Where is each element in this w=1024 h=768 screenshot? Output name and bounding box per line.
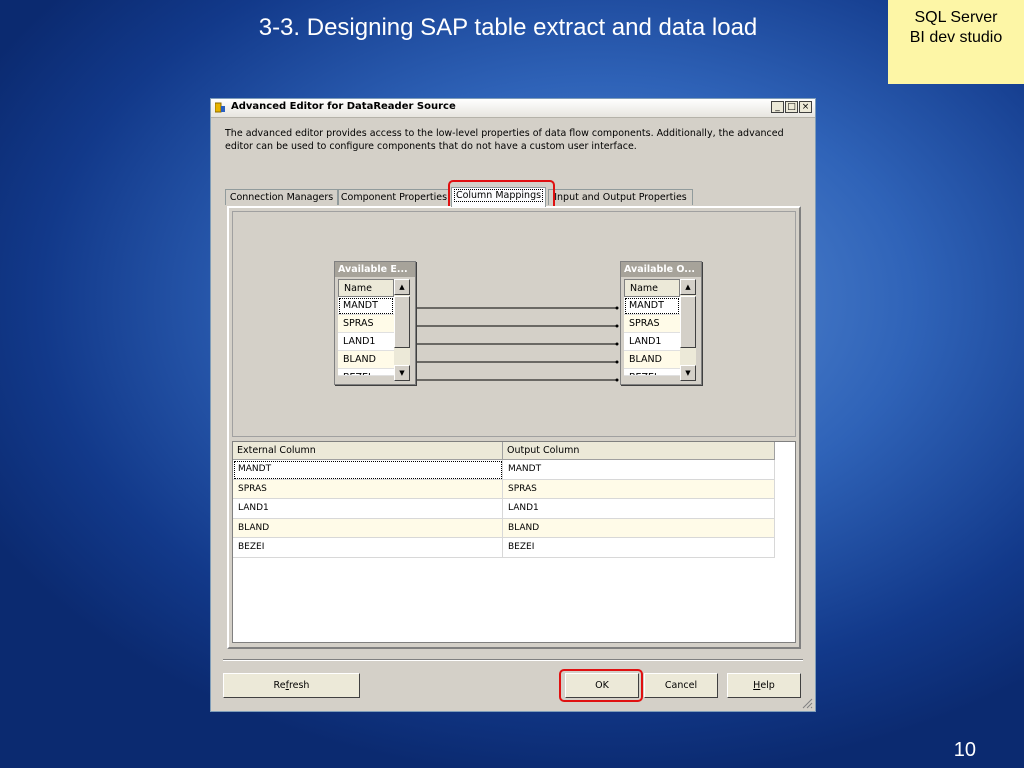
external-column-item[interactable]: SPRAS — [338, 315, 394, 333]
close-button[interactable]: × — [799, 101, 812, 113]
output-column-list: Name MANDT SPRAS LAND1 BLAND BEZEI — [624, 279, 680, 376]
grid-cell-output[interactable]: BEZEI — [503, 538, 775, 558]
dialog-title: Advanced Editor for DataReader Source — [231, 101, 456, 112]
table-row[interactable]: BEZEI BEZEI — [233, 538, 795, 558]
external-column-item[interactable]: BLAND — [338, 351, 394, 369]
resize-grip-icon[interactable] — [801, 697, 813, 709]
dialog-description: The advanced editor provides access to t… — [225, 128, 784, 152]
available-output-title: Available O... — [621, 262, 701, 277]
grid-header-row: External Column Output Column — [233, 442, 795, 460]
corner-note-line1: SQL Server — [914, 9, 998, 26]
external-column-list: Name MANDT SPRAS LAND1 BLAND BEZEI — [338, 279, 394, 376]
scroll-down-icon[interactable]: ▼ — [680, 365, 696, 381]
external-list-scrollbar[interactable]: ▲ ▼ — [394, 279, 410, 381]
available-external-columns[interactable]: Available E... Name MANDT SPRAS LAND1 BL… — [334, 261, 416, 385]
scroll-down-icon[interactable]: ▼ — [394, 365, 410, 381]
refresh-button[interactable]: Refresh — [223, 673, 360, 698]
mapping-dot-bland — [615, 360, 619, 364]
available-external-title: Available E... — [335, 262, 415, 277]
corner-note: SQL Server BI dev studio — [888, 0, 1024, 84]
external-name-header[interactable]: Name — [338, 279, 394, 297]
mapping-lines — [414, 306, 619, 382]
window-controls: _ □ × — [771, 101, 812, 113]
table-row[interactable]: MANDT MANDT — [233, 460, 795, 480]
output-column-item[interactable]: MANDT — [624, 297, 680, 315]
minimize-button[interactable]: _ — [771, 101, 784, 113]
output-column-item[interactable]: BLAND — [624, 351, 680, 369]
scroll-up-icon[interactable]: ▲ — [394, 279, 410, 295]
tab-column-mappings[interactable]: Column Mappings — [451, 187, 546, 207]
scroll-up-icon[interactable]: ▲ — [680, 279, 696, 295]
corner-note-line2: BI dev studio — [909, 29, 1003, 46]
output-name-header[interactable]: Name — [624, 279, 680, 297]
mapping-dot-spras — [615, 324, 619, 328]
grid-cell-output[interactable]: LAND1 — [503, 499, 775, 519]
grid-cell-output[interactable]: MANDT — [503, 460, 775, 480]
button-separator — [223, 659, 803, 661]
help-button[interactable]: Help — [727, 673, 801, 698]
mapping-dot-bezei — [615, 378, 619, 382]
tab-component-properties[interactable]: Component Properties — [338, 189, 450, 205]
refresh-label-pre: Re — [273, 680, 286, 691]
output-column-item[interactable]: SPRAS — [624, 315, 680, 333]
mapping-dot-land1 — [615, 342, 619, 346]
maximize-button[interactable]: □ — [785, 101, 798, 113]
external-column-item-partial[interactable]: BEZEI — [338, 369, 394, 376]
external-column-item[interactable]: LAND1 — [338, 333, 394, 351]
table-row[interactable]: BLAND BLAND — [233, 518, 795, 538]
grid-cell-external[interactable]: MANDT — [233, 460, 503, 480]
table-row[interactable]: LAND1 LAND1 — [233, 499, 795, 519]
mapping-dot-mandt — [615, 306, 619, 310]
table-row[interactable]: SPRAS SPRAS — [233, 479, 795, 499]
tab-connection-managers[interactable]: Connection Managers — [225, 189, 338, 205]
grid-header-output-column[interactable]: Output Column — [503, 442, 775, 460]
cancel-button[interactable]: Cancel — [644, 673, 718, 698]
external-column-item[interactable]: MANDT — [338, 297, 394, 315]
slide-title: 3-3. Designing SAP table extract and dat… — [258, 14, 758, 41]
grid-cell-external[interactable]: BEZEI — [233, 538, 503, 558]
available-output-columns[interactable]: Available O... Name MANDT SPRAS LAND1 BL… — [620, 261, 702, 385]
column-mapping-grid[interactable]: External Column Output Column MANDT MAND… — [232, 441, 796, 643]
ok-button-highlight — [559, 669, 643, 702]
refresh-label-post: resh — [288, 680, 310, 691]
advanced-editor-dialog: Advanced Editor for DataReader Source _ … — [210, 98, 816, 712]
help-label-post: elp — [760, 680, 775, 691]
app-icon — [215, 102, 225, 113]
grid-header-external-column[interactable]: External Column — [233, 442, 503, 460]
grid-cell-external[interactable]: LAND1 — [233, 499, 503, 519]
tab-column-mappings-label: Column Mappings — [453, 189, 544, 202]
dialog-titlebar[interactable]: Advanced Editor for DataReader Source _ … — [211, 99, 815, 118]
grid-cell-external[interactable]: SPRAS — [233, 479, 503, 499]
grid-cell-external[interactable]: BLAND — [233, 518, 503, 538]
scroll-thumb[interactable] — [680, 296, 696, 348]
scroll-thumb[interactable] — [394, 296, 410, 348]
output-column-item-partial[interactable]: BEZEI — [624, 369, 680, 376]
output-list-scrollbar[interactable]: ▲ ▼ — [680, 279, 696, 381]
mapping-canvas: Available E... Name MANDT SPRAS LAND1 BL… — [232, 211, 796, 437]
output-column-item[interactable]: LAND1 — [624, 333, 680, 351]
grid-cell-output[interactable]: BLAND — [503, 518, 775, 538]
page-number: 10 — [953, 739, 976, 761]
tab-input-output-properties[interactable]: Input and Output Properties — [548, 189, 693, 205]
grid-cell-output[interactable]: SPRAS — [503, 479, 775, 499]
tab-panel: Available E... Name MANDT SPRAS LAND1 BL… — [227, 206, 801, 649]
